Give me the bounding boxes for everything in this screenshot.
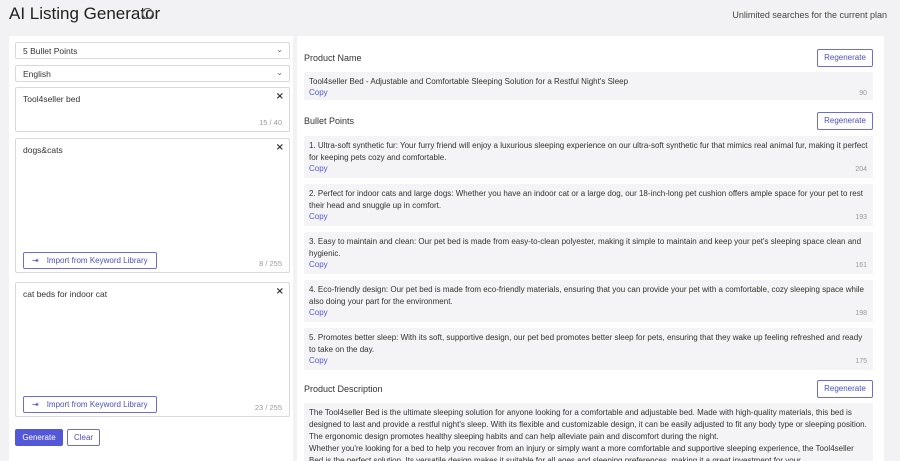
bullet-item: 1. Ultra-soft synthetic fur: Your furry … xyxy=(304,136,873,178)
keywords-input[interactable]: dogs&cats × ⇥ Import from Keyword Library… xyxy=(15,138,290,273)
copy-button[interactable]: Copy xyxy=(309,308,328,317)
bullet-count-value: 5 Bullet Points xyxy=(23,46,78,56)
close-icon[interactable]: × xyxy=(276,91,284,102)
product-description-text: The Tool4seller Bed is the ultimate slee… xyxy=(309,407,869,461)
import-icon: ⇥ xyxy=(32,256,39,265)
info-icon[interactable]: i xyxy=(142,8,153,19)
product-description-heading: Product Description xyxy=(304,384,383,394)
clear-button[interactable]: Clear xyxy=(67,429,100,446)
close-icon[interactable]: × xyxy=(276,286,284,297)
page-title: AI Listing Generator xyxy=(9,4,161,23)
chevron-down-icon: ⌄ xyxy=(276,45,283,54)
description-keywords-value: cat beds for indoor cat xyxy=(23,289,108,299)
copy-button[interactable]: Copy xyxy=(309,88,328,97)
close-icon[interactable]: × xyxy=(276,142,284,153)
import-icon: ⇥ xyxy=(32,400,39,409)
chevron-down-icon: ⌄ xyxy=(276,68,283,77)
generate-button[interactable]: Generate xyxy=(15,429,63,446)
plan-status-text: Unlimited searches for the current plan xyxy=(732,10,887,20)
product-name-input[interactable]: Tool4seller bed × 15 / 40 xyxy=(15,87,290,132)
bullet-points-heading: Bullet Points xyxy=(304,116,355,126)
import-label: Import from Keyword Library xyxy=(46,400,148,409)
language-select[interactable]: English ⌄ xyxy=(15,65,290,82)
bullet-text: 5. Promotes better sleep: With its soft,… xyxy=(309,333,863,354)
regenerate-name-button[interactable]: Regenerate xyxy=(817,49,873,67)
regenerate-bullets-button[interactable]: Regenerate xyxy=(817,112,873,130)
description-paragraph: The Tool4seller Bed is the ultimate slee… xyxy=(309,408,867,441)
char-count: 193 xyxy=(855,214,867,221)
results-panel: Product Name Regenerate Tool4seller Bed … xyxy=(297,36,884,461)
description-keywords-input[interactable]: cat beds for indoor cat × ⇥ Import from K… xyxy=(15,282,290,417)
keywords-value: dogs&cats xyxy=(23,145,63,155)
char-count: 198 xyxy=(855,310,867,317)
product-name-text: Tool4seller Bed - Adjustable and Comfort… xyxy=(309,77,629,86)
product-name-value: Tool4seller bed xyxy=(23,94,81,104)
copy-button[interactable]: Copy xyxy=(309,356,328,365)
copy-button[interactable]: Copy xyxy=(309,260,328,269)
regenerate-description-button[interactable]: Regenerate xyxy=(817,380,873,398)
bullet-item: 3. Easy to maintain and clean: Our pet b… xyxy=(304,232,873,274)
description-paragraph: Whether you're looking for a bed to help… xyxy=(309,444,854,461)
import-keyword-library-button[interactable]: ⇥ Import from Keyword Library xyxy=(23,396,157,413)
language-value: English xyxy=(23,69,51,79)
bullet-text: 4. Eco-friendly design: Our pet bed is m… xyxy=(309,285,864,306)
char-count: 175 xyxy=(855,358,867,365)
bullet-text: 1. Ultra-soft synthetic fur: Your furry … xyxy=(309,141,868,162)
input-panel: 5 Bullet Points ⌄ English ⌄ Tool4seller … xyxy=(9,36,293,461)
bullet-text: 2. Perfect for indoor cats and large dog… xyxy=(309,189,863,210)
import-label: Import from Keyword Library xyxy=(46,256,148,265)
char-count: 15 / 40 xyxy=(259,118,282,127)
product-name-result: Tool4seller Bed - Adjustable and Comfort… xyxy=(304,72,873,100)
bullet-text: 3. Easy to maintain and clean: Our pet b… xyxy=(309,237,862,258)
bullet-item: 4. Eco-friendly design: Our pet bed is m… xyxy=(304,280,873,322)
product-name-heading: Product Name xyxy=(304,53,362,63)
copy-button[interactable]: Copy xyxy=(309,164,328,173)
char-count: 161 xyxy=(855,262,867,269)
bullet-item: 5. Promotes better sleep: With its soft,… xyxy=(304,328,873,370)
product-description-result: The Tool4seller Bed is the ultimate slee… xyxy=(304,403,873,461)
header: AI Listing Generator i Unlimited searche… xyxy=(0,0,900,30)
char-count: 204 xyxy=(855,166,867,173)
char-count: 23 / 255 xyxy=(254,403,282,412)
char-count: 90 xyxy=(859,90,867,97)
char-count: 8 / 255 xyxy=(259,259,282,268)
bullet-count-select[interactable]: 5 Bullet Points ⌄ xyxy=(15,42,290,59)
copy-button[interactable]: Copy xyxy=(309,212,328,221)
bullet-item: 2. Perfect for indoor cats and large dog… xyxy=(304,184,873,226)
import-keyword-library-button[interactable]: ⇥ Import from Keyword Library xyxy=(23,252,157,269)
